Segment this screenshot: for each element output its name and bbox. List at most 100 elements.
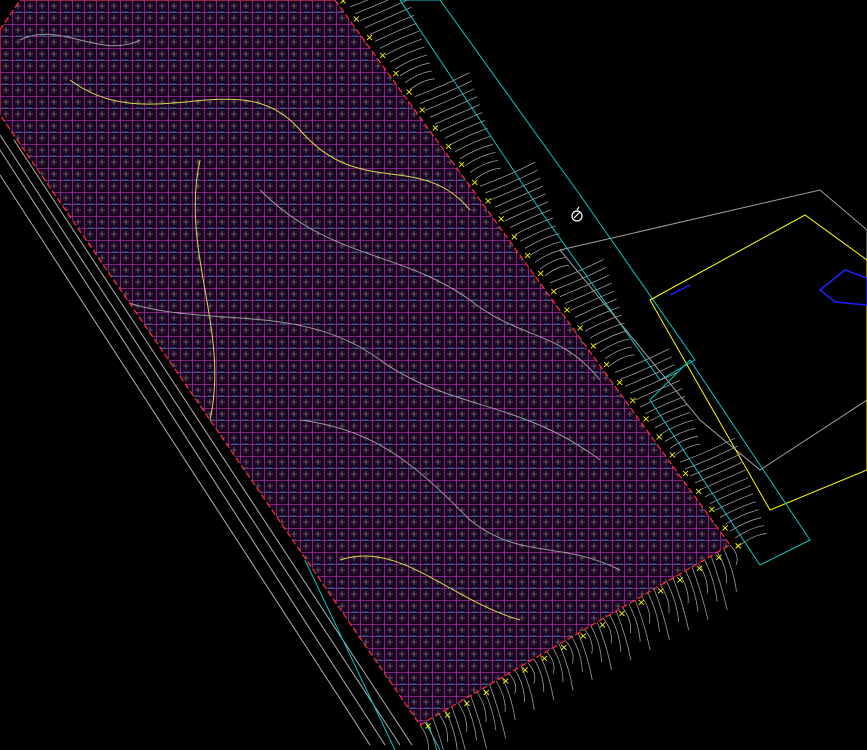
slope-line [504,201,549,222]
slope-line [519,225,557,242]
boundary-marker: × [431,123,439,134]
slope-line [449,128,488,146]
boundary-marker: × [540,654,548,665]
slope-line [699,469,746,491]
slope-line [489,177,541,201]
boundary-marker: × [458,160,466,171]
cad-drawing-viewport[interactable]: × × × × × × × × × × × × × × × × × × × × × × × × × × × × × × × × × × × × × × × ×… [0,0,867,750]
slope-line [609,614,622,652]
slope-line [379,30,420,49]
boundary-marker: × [521,665,529,676]
slope-line [579,306,620,325]
boundary-marker: × [657,586,665,597]
slope-line [599,338,630,353]
boundary-marker: × [510,232,518,243]
survey-point-icon [571,206,583,222]
boundary-marker: × [715,552,723,563]
slope-line [669,435,699,449]
slope-line [639,388,683,408]
boundary-marker: × [463,699,471,710]
slope-line [571,636,583,672]
slope-line [389,46,425,63]
boundary-marker: × [352,14,360,25]
boundary-marker: × [668,450,676,461]
slope-line [609,354,635,366]
slope-line [479,161,536,187]
slope-line [499,193,546,215]
boundary-marker: × [602,359,610,370]
slope-line [559,274,609,298]
slope-line [369,14,415,35]
slope-line [434,104,480,125]
slope-line [364,6,412,28]
slope-line [734,525,764,539]
boundary-marker: × [502,676,510,687]
boundary-marker: × [642,414,650,425]
slope-line [399,62,430,77]
boundary-marker: × [365,32,373,43]
slope-line [634,380,680,401]
slope-line [409,78,435,90]
boundary-marker: × [695,564,703,575]
boundary-marker: × [637,597,645,608]
boundary-marker: × [589,341,597,352]
slope-line [714,493,754,511]
slope-line [464,151,496,166]
site-plan-canvas[interactable]: × × × × × × × × × × × × × × × × × × × × × × × × × × × × × × × × × × × × × × × ×… [0,0,867,750]
boundary-marker: × [695,487,703,498]
boundary-marker: × [379,51,387,62]
boundary-marker: × [629,396,637,407]
boundary-marker: × [484,196,492,207]
slope-line [689,453,741,477]
boundary-marker: × [721,523,729,534]
slope-line [414,72,470,97]
slope-line [349,0,369,8]
boundary-marker: × [497,214,505,225]
slope-line [679,437,736,463]
slope-line [590,625,603,662]
slope-line [674,443,701,456]
slope-line [451,706,466,750]
boundary-marker: × [618,609,626,620]
slope-line [429,96,478,118]
boundary-marker: × [616,378,624,389]
slope-line [404,70,433,84]
slope-line [534,249,564,263]
slope-line [424,88,475,111]
slope-line [514,217,554,235]
slope-line [629,372,678,394]
boundary-marker: × [681,468,689,479]
boundary-marker: × [339,0,347,7]
slope-line [649,403,688,422]
boundary-marker: × [560,642,568,653]
boundary-marker: × [655,432,663,443]
slope-line [719,501,757,518]
slope-line [709,485,751,504]
boundary-marker: × [482,687,490,698]
slope-line [454,135,491,153]
boundary-marker: × [537,269,545,280]
slope-line [509,209,551,229]
boundary-marker: × [392,69,400,80]
boundary-marker: × [405,87,413,98]
boundary-marker: × [523,250,531,261]
boundary-marker: × [471,178,479,189]
slope-line [539,257,567,270]
boundary-marker: × [598,620,606,631]
slope-line [614,348,670,373]
slope-line [589,322,625,339]
slope-line [729,517,762,532]
slope-line [704,477,749,498]
slope-line [439,112,483,132]
slope-line [384,38,422,56]
slope-line [469,159,499,173]
boundary-marker: × [734,541,742,552]
slope-line [432,717,444,750]
slope-line [739,533,767,546]
boundary-marker: × [418,105,426,116]
slope-line [374,22,417,42]
slope-line [574,298,617,318]
boundary-marker: × [550,287,558,298]
slope-line [444,120,486,139]
slope-line [604,346,633,360]
